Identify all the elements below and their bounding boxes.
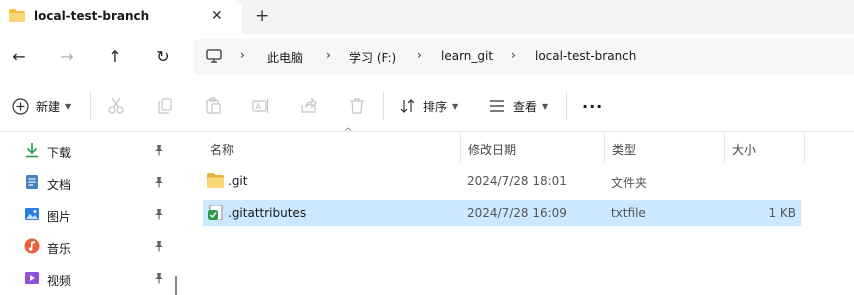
delete-icon[interactable] [348,97,366,115]
file-date: 2024/7/28 18:01 [467,174,567,188]
forward-button[interactable]: → [55,46,79,68]
new-button[interactable]: 新建 ▼ [12,96,71,116]
rename-icon[interactable]: A [252,97,270,115]
view-button[interactable]: 查看 ▼ [489,96,548,116]
sidebar-scrollbar[interactable] [175,276,177,295]
computer-icon [206,49,222,63]
file-row-selected[interactable]: .gitattributes 2024/7/28 16:09 txtfile 1… [203,200,801,226]
chevron-right-icon[interactable]: › [240,48,245,62]
column-header-label: 修改日期 [468,143,517,157]
file-size: 1 KB [768,206,796,220]
sidebar-item-label: 下载 [47,146,72,160]
share-icon[interactable] [300,97,318,115]
tab-local-test-branch[interactable]: local-test-branch ✕ [0,0,242,34]
breadcrumb-this-pc[interactable]: 此电脑 [267,49,303,66]
plus-circle-icon [12,97,29,115]
folder-icon [9,9,25,22]
sort-button-label: 排序 [423,99,448,114]
svg-text:A: A [256,102,262,111]
chevron-down-icon: ▼ [452,101,459,111]
address-bar[interactable]: › 此电脑 › 学习 (F:) › learn_git › local-test… [193,39,854,75]
sort-ascending-icon: ^ [344,127,353,138]
divider [383,92,384,120]
sidebar-item-label: 图片 [47,210,72,224]
copy-icon[interactable] [156,97,174,115]
column-header-label: 大小 [732,143,757,157]
pin-icon[interactable] [153,144,165,156]
file-name: .gitattributes [228,206,307,220]
chevron-down-icon: ▼ [65,101,72,111]
cut-icon[interactable] [107,97,125,115]
sort-icon [400,99,415,113]
file-type: 文件夹 [611,176,648,190]
column-header-size[interactable]: 大小 [725,133,805,163]
sidebar-item-downloads[interactable]: 下载 [0,135,183,167]
sidebar-item-pictures[interactable]: 图片 [0,199,183,231]
breadcrumb-drive-f[interactable]: 学习 (F:) [349,49,396,66]
new-tab-button[interactable]: + [255,6,269,26]
paste-icon[interactable] [204,97,222,115]
pin-icon[interactable] [153,176,165,188]
column-header-type[interactable]: 类型 [605,133,725,163]
music-icon [24,238,40,254]
tab-strip: local-test-branch ✕ + [0,0,854,34]
divider [566,92,567,120]
text-file-icon [208,205,223,220]
video-icon [25,272,39,284]
pin-icon[interactable] [153,208,165,220]
sidebar-item-documents[interactable]: 文档 [0,167,183,199]
close-tab-button[interactable]: ✕ [211,8,223,24]
sidebar-item-music[interactable]: 音乐 [0,231,183,263]
sidebar-item-label: 音乐 [47,242,72,256]
pin-icon[interactable] [153,272,165,284]
sidebar-item-videos[interactable]: 视频 [0,263,183,295]
refresh-button[interactable]: ↻ [151,46,175,68]
back-button[interactable]: ← [7,46,31,68]
file-name: .git [228,174,248,188]
folder-icon [207,173,224,188]
column-header-date[interactable]: 修改日期 [461,133,605,163]
chevron-right-icon[interactable]: › [511,48,516,62]
navigation-pane: 下载 文档 图片 音乐 视频 [0,133,183,295]
download-icon [26,143,38,158]
tab-title: local-test-branch [34,9,150,23]
breadcrumb-learn-git[interactable]: learn_git [441,49,493,63]
chevron-right-icon[interactable]: › [417,48,422,62]
file-date: 2024/7/28 16:09 [467,206,567,220]
sidebar-item-label: 视频 [47,274,72,288]
view-button-label: 查看 [513,99,538,114]
pin-icon[interactable] [153,240,165,252]
file-row[interactable]: .git 2024/7/28 18:01 文件夹 [203,168,801,194]
view-icon [490,100,504,112]
column-header-name[interactable]: 名称 ^ [203,127,461,163]
navigation-bar: ← → ↑ ↻ › 此电脑 › 学习 (F:) › learn_git › lo… [0,34,854,80]
file-type: txtfile [611,206,646,220]
document-icon [26,175,38,189]
more-options-button[interactable]: ··· [582,96,603,116]
column-header-label: 类型 [612,143,637,157]
chevron-right-icon[interactable]: › [326,48,331,62]
up-button[interactable]: ↑ [103,46,127,68]
file-list: 名称 ^ 修改日期 类型 大小 .git 2024/7/28 18:01 文件夹… [190,127,854,295]
picture-icon [25,208,39,220]
divider [90,92,91,120]
column-header-label: 名称 [210,143,235,157]
new-button-label: 新建 [36,99,61,114]
breadcrumb-current-folder[interactable]: local-test-branch [535,49,636,63]
sidebar-item-label: 文档 [47,178,72,192]
sort-button[interactable]: 排序 ▼ [400,96,458,116]
command-bar: 新建 ▼ A 排序 ▼ 查看 ▼ ··· [0,80,854,132]
chevron-down-icon: ▼ [542,101,549,111]
more-icon: ··· [582,96,604,116]
